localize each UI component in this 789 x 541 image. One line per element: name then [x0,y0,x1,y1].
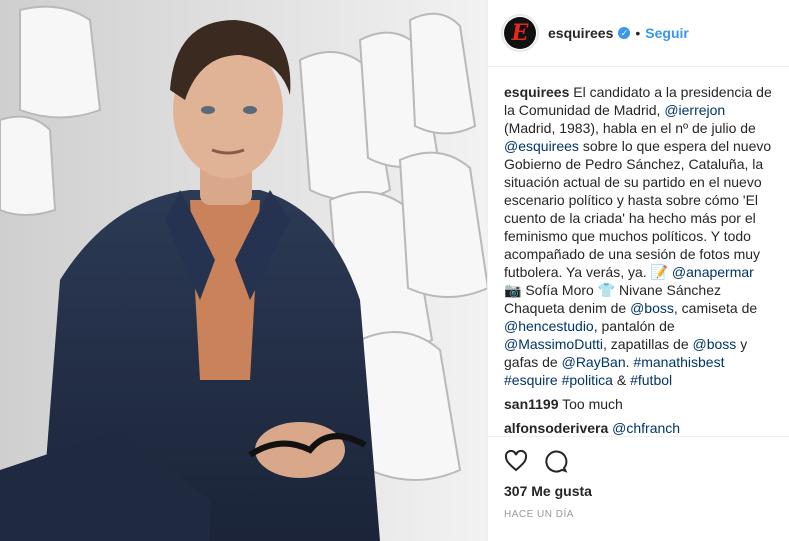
header-username[interactable]: esquirees [548,25,613,41]
caption-text: (Madrid, 1983), habla en el nº de julio … [504,120,756,136]
post-header: E esquirees ✓ • Seguir [488,0,789,67]
post-timestamp[interactable]: HACE UN DÍA [504,509,574,520]
instagram-post: E esquirees ✓ • Seguir esquirees El cand… [0,0,789,541]
hashtag-link[interactable]: #manathisbest [633,354,724,370]
hashtag-link[interactable]: #esquire [504,372,558,388]
caption-text: sobre lo que espera del nuevo Gobierno d… [504,138,772,280]
comment-item: alfonsoderivera @chfranch [504,419,773,437]
comment-username[interactable]: san1199 [504,396,559,412]
caption-text: , camiseta de [673,300,758,316]
action-bar [504,449,568,478]
mention-link[interactable]: @esquirees [504,138,579,154]
post-sidebar: E esquirees ✓ • Seguir esquirees El cand… [487,0,789,541]
mention-link[interactable]: @boss [630,300,674,316]
mention-link[interactable]: @ierrejon [664,102,725,118]
mention-link[interactable]: @MassimoDutti [504,336,603,352]
caption-username[interactable]: esquirees [504,84,569,100]
mention-link[interactable]: @boss [693,336,737,352]
follow-button[interactable]: Seguir [645,25,689,41]
camera-emoji-icon: 📷 [504,282,522,298]
caption-text: & [616,372,627,388]
verified-badge-icon: ✓ [618,27,631,39]
caption-text: . [625,354,630,370]
heart-icon[interactable] [504,449,528,478]
likes-count[interactable]: 307 Me gusta [504,483,592,499]
comment-username[interactable]: alfonsoderivera [504,420,608,436]
mention-link[interactable]: @RayBan [562,354,626,370]
mention-link[interactable]: @anapermar [672,264,754,280]
divider [488,436,789,437]
comments-section: esquirees El candidato a la presidencia … [488,67,789,453]
comment-text: Too much [562,396,623,412]
comment-item: san1199 Too much [504,395,773,413]
photo-illustration [0,0,487,541]
separator-dot: • [635,25,641,41]
memo-emoji-icon: 📝 [650,264,669,280]
comment-icon[interactable] [544,449,568,478]
mention-link[interactable]: @chfranch [612,420,680,436]
caption-text: , pantalón de [593,318,675,334]
hashtag-link[interactable]: #politica [562,372,613,388]
hashtag-link[interactable]: #futbol [630,372,672,388]
caption-text: Sofía Moro [525,282,594,298]
post-photo[interactable] [0,0,487,541]
caption-text: Nivane Sánchez [619,282,721,298]
caption-text: Chaqueta denim de [504,300,627,316]
caption-text: , zapatillas de [603,336,689,352]
mention-link[interactable]: @hencestudio [504,318,594,334]
caption: esquirees El candidato a la presidencia … [504,83,773,389]
esquire-logo: E [511,20,529,46]
avatar[interactable]: E [501,14,539,52]
shirt-emoji-icon: 👕 [597,282,616,298]
